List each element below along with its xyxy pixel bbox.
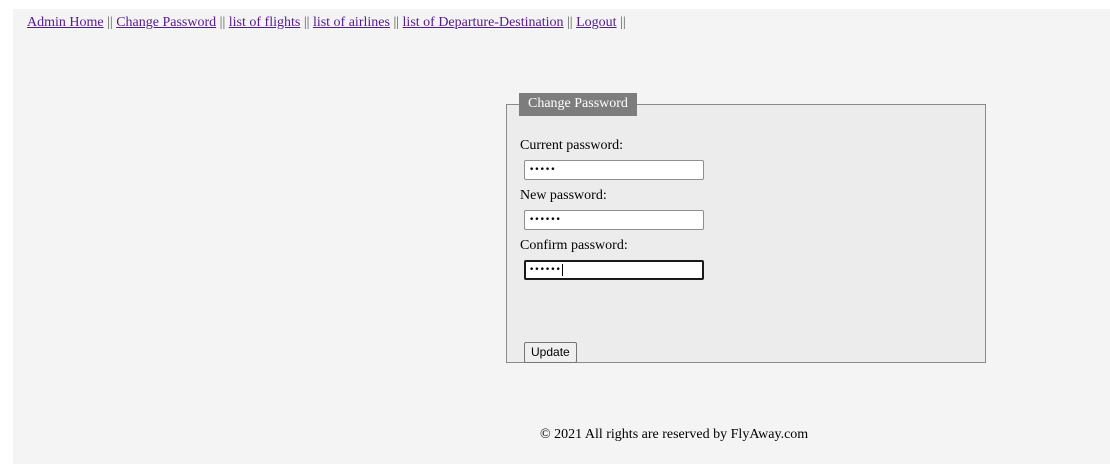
nav-separator: ||: [393, 15, 400, 30]
new-password-input[interactable]: ••••••: [524, 210, 704, 230]
nav-link-admin-home[interactable]: Admin Home: [27, 15, 104, 30]
nav-separator: ||: [620, 15, 626, 30]
new-password-label: New password:: [520, 188, 607, 203]
confirm-password-value: ••••••: [529, 265, 561, 275]
text-caret: [561, 263, 563, 276]
nav-separator: ||: [303, 15, 310, 30]
nav-separator: ||: [567, 15, 573, 30]
update-button[interactable]: Update: [524, 342, 577, 363]
nav-link-change-password[interactable]: Change Password: [116, 15, 216, 30]
current-password-value: •••••: [529, 165, 556, 175]
change-password-form: Change Password Current password: ••••• …: [506, 93, 986, 363]
form-legend: Change Password: [519, 93, 637, 116]
nav-link-list-of-flights[interactable]: list of flights: [229, 15, 301, 30]
top-nav: Admin Home || Change Password || list of…: [27, 15, 626, 31]
current-password-label: Current password:: [520, 138, 624, 153]
confirm-password-label: Confirm password:: [520, 238, 628, 253]
nav-link-list-of-airlines[interactable]: list of airlines: [313, 15, 390, 30]
current-password-input[interactable]: •••••: [524, 160, 704, 180]
nav-separator: ||: [219, 15, 226, 30]
confirm-password-input[interactable]: ••••••: [524, 260, 704, 280]
nav-link-departure-destination[interactable]: list of Departure-Destination: [403, 15, 564, 30]
new-password-value: ••••••: [529, 215, 561, 225]
page-container: Admin Home || Change Password || list of…: [13, 9, 1110, 464]
nav-link-logout[interactable]: Logout: [576, 15, 616, 30]
footer-copyright: © 2021 All rights are reserved by FlyAwa…: [540, 427, 809, 442]
nav-separator: ||: [107, 15, 113, 30]
